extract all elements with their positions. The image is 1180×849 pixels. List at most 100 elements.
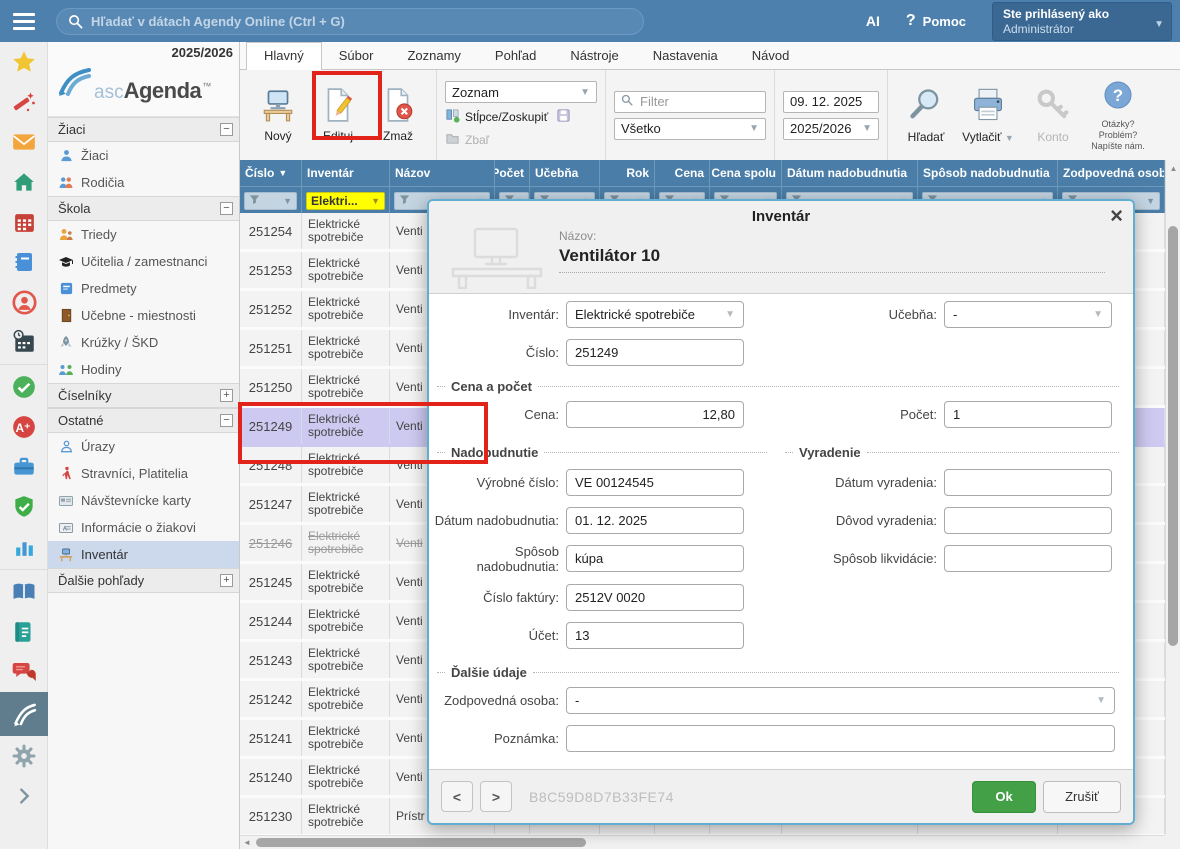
notebook-icon[interactable] — [0, 242, 48, 282]
sidebar-item-rodičia[interactable]: Rodičia — [48, 169, 239, 196]
sidebar-section-ostatné[interactable]: Ostatné− — [48, 408, 239, 433]
briefcase-icon[interactable] — [0, 447, 48, 487]
dovod-vyradenia-input[interactable] — [944, 507, 1112, 534]
search-input[interactable] — [56, 8, 644, 35]
collapse-icon[interactable]: − — [220, 202, 233, 215]
wand-icon[interactable] — [0, 82, 48, 122]
scroll-up-icon[interactable]: ▲ — [1166, 164, 1180, 173]
column-header-názov[interactable]: Názov — [390, 160, 495, 186]
calendar-clock-icon[interactable] — [0, 322, 48, 362]
document-icon[interactable] — [0, 612, 48, 652]
help-button[interactable]: ? Pomoc — [906, 12, 966, 30]
column-header-dátum-nadobudnutia[interactable]: Dátum nadobudnutia — [782, 160, 918, 186]
sidebar-item-učebne-miestnosti[interactable]: Učebne - miestnosti — [48, 302, 239, 329]
find-button[interactable]: Hľadať — [896, 86, 956, 144]
sidebar-item-učitelia-zamestnanci[interactable]: Učitelia / zamestnanci — [48, 248, 239, 275]
collapse-icon[interactable]: − — [220, 123, 233, 136]
name-value[interactable]: Ventilátor 10 — [559, 243, 1105, 273]
datum-nadobudnutia-input[interactable] — [566, 507, 744, 534]
view-select[interactable]: Zoznam▼ — [445, 81, 597, 103]
delete-button[interactable]: Zmaž — [368, 87, 428, 143]
sidebar-item-úrazy[interactable]: Úrazy — [48, 433, 239, 460]
tab-návod[interactable]: Návod — [735, 43, 807, 69]
filter-scope-select[interactable]: Všetko▼ — [614, 118, 766, 140]
gear-icon[interactable] — [0, 736, 48, 776]
vertical-scroll-thumb[interactable] — [1168, 226, 1178, 646]
column-header-cena-spolu[interactable]: Cena spolu — [710, 160, 782, 186]
vertical-scrollbar[interactable]: ▲ — [1165, 160, 1180, 835]
tab-nastavenia[interactable]: Nastavenia — [636, 43, 735, 69]
column-header-číslo[interactable]: Číslo▼ — [240, 160, 302, 186]
school-year-select[interactable]: 2025/2026▼ — [783, 118, 879, 140]
expand-icon[interactable]: + — [220, 389, 233, 402]
chevron-right-icon[interactable] — [0, 776, 48, 816]
horizontal-scroll-thumb[interactable] — [256, 838, 586, 847]
columns-group-button[interactable]: Stĺpce/Zoskupiť — [445, 108, 548, 126]
calendar-icon[interactable] — [0, 202, 48, 242]
sidebar-item-triedy[interactable]: Triedy — [48, 221, 239, 248]
sidebar-item-predmety[interactable]: Predmety — [48, 275, 239, 302]
scroll-left-icon[interactable]: ◄ — [243, 838, 251, 847]
ucebna-select[interactable]: -▼ — [944, 301, 1112, 328]
column-header-cena[interactable]: Cena — [655, 160, 710, 186]
pocet-input[interactable] — [944, 401, 1112, 428]
cislo-faktury-input[interactable] — [566, 584, 744, 611]
save-icon[interactable] — [556, 108, 571, 126]
sidebar-item-stravníci-platitelia[interactable]: Stravníci, Platitelia — [48, 460, 239, 487]
sidebar-section-ďalšie pohľady[interactable]: Ďalšie pohľady+ — [48, 568, 239, 593]
check-circle-icon[interactable] — [0, 367, 48, 407]
zodpovedna-osoba-select[interactable]: -▼ — [566, 687, 1115, 714]
sidebar-item-hodiny[interactable]: Hodiny — [48, 356, 239, 383]
cena-input[interactable] — [566, 401, 744, 428]
column-header-počet[interactable]: Počet — [495, 160, 530, 186]
tab-zoznamy[interactable]: Zoznamy — [390, 43, 477, 69]
filter-active-inventár[interactable]: Elektri...▼ — [306, 192, 385, 210]
column-header-rok[interactable]: Rok — [600, 160, 655, 186]
sposob-nadobudnutia-input[interactable] — [566, 545, 744, 572]
ai-button[interactable]: AI — [866, 13, 880, 29]
contact-us-button[interactable]: ? Otázky? Problém? Napíšte nám. — [1088, 79, 1148, 152]
sposob-likvidacie-input[interactable] — [944, 545, 1112, 572]
date-field[interactable]: 09. 12. 2025 — [783, 91, 879, 113]
inventar-select[interactable]: Elektrické spotrebiče▼ — [566, 301, 744, 328]
horizontal-scrollbar[interactable]: ◄ — [240, 835, 1165, 849]
sidebar-item-inventár[interactable]: Inventár — [48, 541, 239, 568]
datum-vyradenia-input[interactable] — [944, 469, 1112, 496]
ok-button[interactable]: Ok — [972, 781, 1036, 813]
tab-súbor[interactable]: Súbor — [322, 43, 391, 69]
cancel-button[interactable]: Zrušiť — [1043, 781, 1121, 813]
tab-pohľad[interactable]: Pohľad — [478, 43, 553, 69]
prev-record-button[interactable]: < — [441, 781, 473, 812]
bar-chart-icon[interactable] — [0, 527, 48, 567]
cislo-input[interactable] — [566, 339, 744, 366]
sidebar-section-škola[interactable]: Škola− — [48, 196, 239, 221]
hamburger-menu-icon[interactable] — [0, 0, 48, 42]
envelope-icon[interactable] — [0, 122, 48, 162]
sidebar-section-číselníky[interactable]: Číselníky+ — [48, 383, 239, 408]
pen-icon[interactable] — [0, 692, 48, 736]
vyrobne-cislo-input[interactable] — [566, 469, 744, 496]
print-button[interactable]: Vytlačiť ▼ — [958, 86, 1018, 144]
new-button[interactable]: Nový — [248, 87, 308, 143]
next-record-button[interactable]: > — [480, 781, 512, 812]
sidebar-item-krúžky-škd[interactable]: Krúžky / ŠKD — [48, 329, 239, 356]
collapse-icon[interactable]: − — [220, 414, 233, 427]
account-button[interactable]: Konto — [1023, 86, 1083, 144]
shield-check-icon[interactable] — [0, 487, 48, 527]
filter-input[interactable] — [638, 93, 759, 110]
sidebar-section-žiaci[interactable]: Žiaci− — [48, 117, 239, 142]
star-icon[interactable] — [0, 42, 48, 82]
tab-hlavný[interactable]: Hlavný — [246, 42, 322, 70]
ucet-input[interactable] — [566, 622, 744, 649]
a-plus-icon[interactable]: A⁺ — [0, 407, 48, 447]
sidebar-item-žiaci[interactable]: Žiaci — [48, 142, 239, 169]
collapse-button[interactable]: Zbaľ — [445, 131, 597, 149]
logged-in-user-dropdown[interactable]: Ste prihlásený ako Administrátor ▼ — [992, 2, 1172, 41]
column-header-inventár[interactable]: Inventár — [302, 160, 390, 186]
poznamka-input[interactable] — [566, 725, 1115, 752]
column-header-učebňa[interactable]: Učebňa — [530, 160, 600, 186]
tab-nástroje[interactable]: Nástroje — [553, 43, 635, 69]
chat-icon[interactable] — [0, 652, 48, 692]
sidebar-item-informácie-o-žiakovi[interactable]: AInformácie o žiakovi — [48, 514, 239, 541]
close-icon[interactable]: × — [1110, 205, 1123, 227]
